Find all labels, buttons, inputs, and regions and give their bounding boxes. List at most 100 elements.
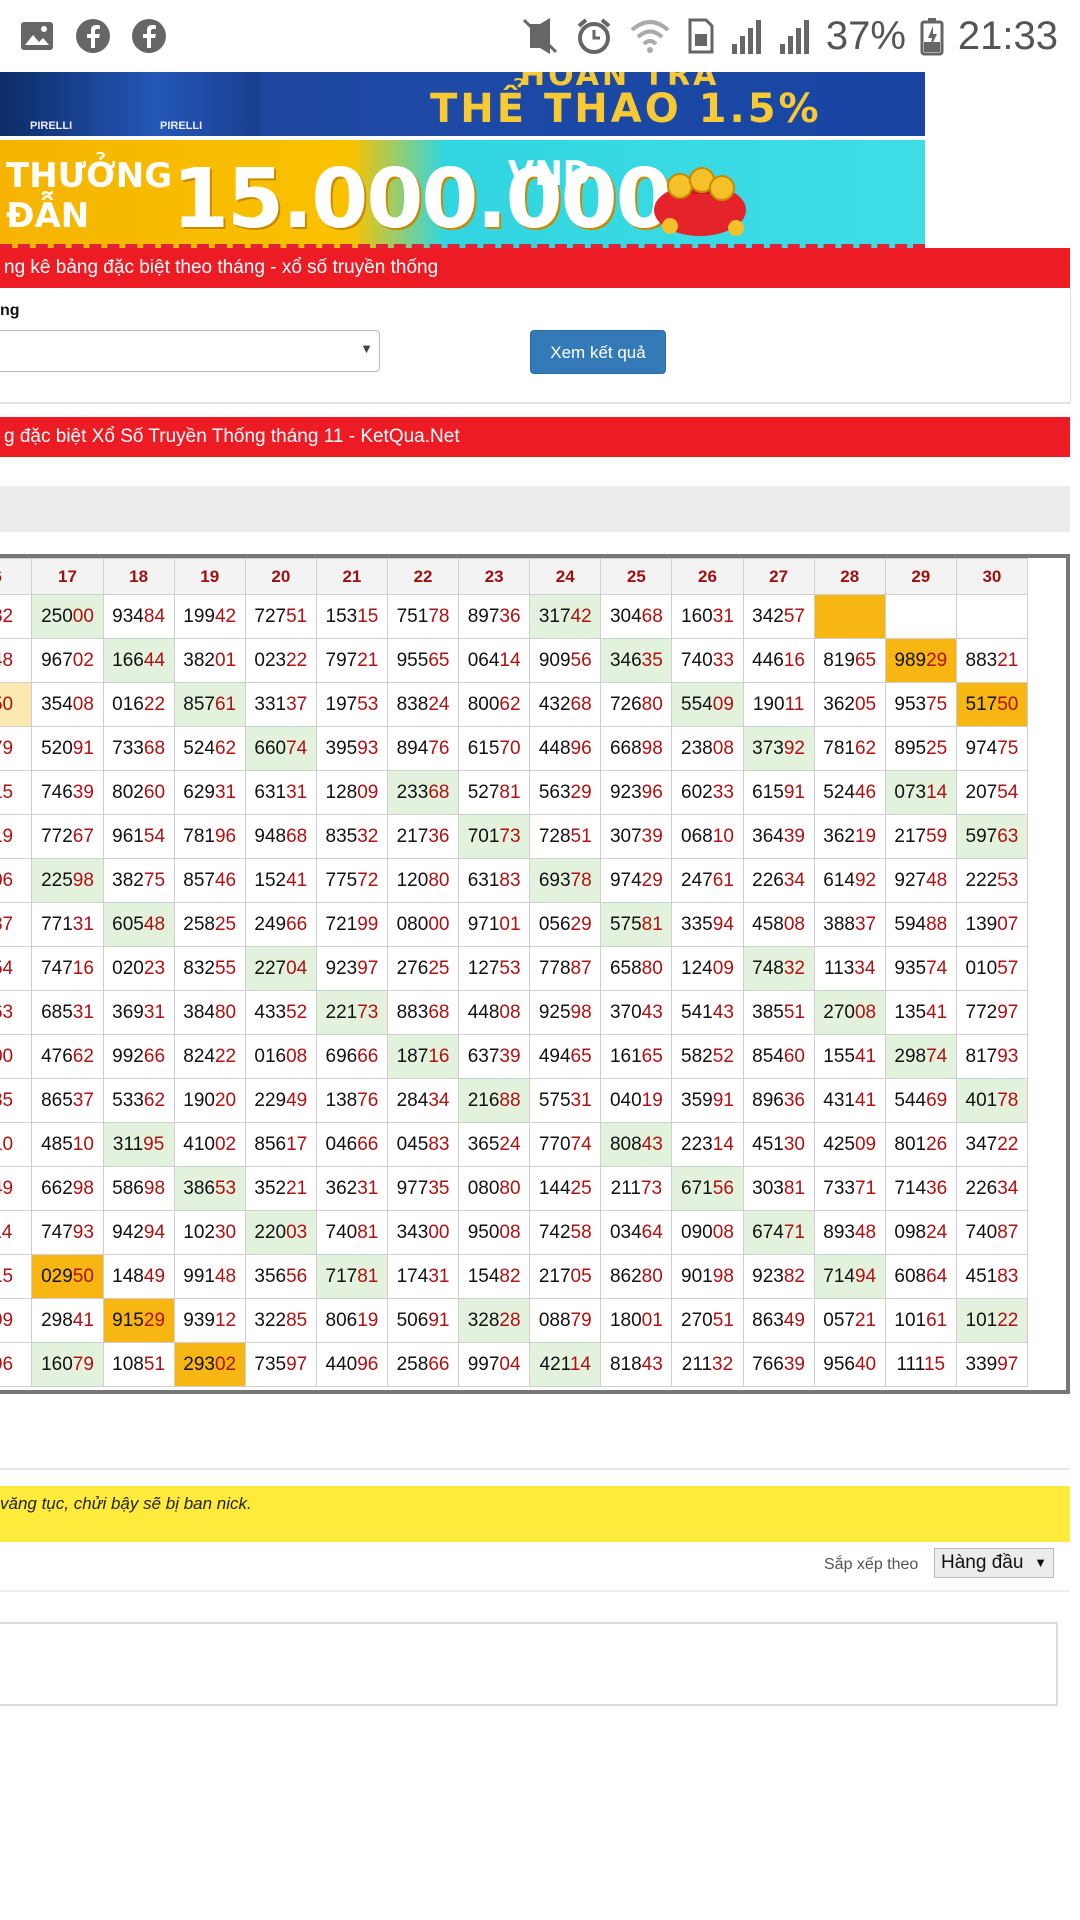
column-header-day: 27 <box>742 558 815 595</box>
results-table-container[interactable]: 61718192021222324252627282930 6822500093… <box>0 554 1070 1394</box>
result-cell: 36439 <box>742 814 815 859</box>
table-header-row: 61718192021222324252627282930 <box>0 558 1029 595</box>
result-cell: 05721 <box>813 1298 886 1343</box>
banner-jackpot-caption: THƯỞNG ĐẪN <box>6 156 173 236</box>
result-cell: 13541 <box>884 990 957 1035</box>
sort-label: Sắp xếp theo <box>824 1556 919 1573</box>
result-cell: 28434 <box>386 1078 460 1123</box>
table-row: 3150295014849991483565671781174311548221… <box>0 1254 1029 1299</box>
result-cell: 60233 <box>671 770 744 815</box>
players-image: PIRELLI PIRELLI <box>0 72 260 136</box>
promo-banner-sports[interactable]: PIRELLI PIRELLI HOÀN TRẢ THỂ THAO 1.5% <box>0 72 925 136</box>
table-row: 2197726796154781969486883532217367017372… <box>0 814 1029 859</box>
result-cell: 537 <box>0 902 33 947</box>
result-cell: 81843 <box>600 1342 673 1387</box>
result-cell: 74639 <box>31 770 104 815</box>
result-cell: 92396 <box>600 770 673 815</box>
result-cell: 45808 <box>742 902 815 947</box>
result-cell: 66298 <box>31 1166 104 1211</box>
result-cell: 67156 <box>671 1166 744 1211</box>
result-cell: 22634 <box>955 1166 1029 1211</box>
result-cell: 01622 <box>102 682 175 727</box>
result-cell: 38480 <box>173 990 246 1035</box>
result-cell: 22949 <box>244 1078 317 1123</box>
result-cell: 22253 <box>955 858 1029 903</box>
result-cell: 18716 <box>386 1034 460 1079</box>
money-bag-icon <box>654 167 746 236</box>
result-cell <box>955 594 1029 639</box>
facebook-icon <box>76 19 110 53</box>
table-row: 9795209173368524626607439593894766157044… <box>0 726 1029 771</box>
result-cell: 93912 <box>173 1298 246 1343</box>
result-cell: 82422 <box>173 1034 246 1079</box>
result-cell: 37043 <box>600 990 673 1035</box>
result-cell: 19020 <box>173 1078 246 1123</box>
result-cell: 01057 <box>955 946 1029 991</box>
result-cell: 114 <box>0 1210 33 1255</box>
result-cell: 66898 <box>600 726 673 771</box>
result-cell: 15315 <box>315 594 388 639</box>
result-cell: 69666 <box>315 1034 388 1079</box>
result-cell: 89348 <box>813 1210 886 1255</box>
result-cell: 74033 <box>671 638 744 683</box>
result-cell: 77297 <box>955 990 1029 1035</box>
result-cell: 38837 <box>813 902 886 947</box>
result-cell: 750 <box>0 682 33 727</box>
result-cell: 34300 <box>386 1210 460 1255</box>
table-row: 3358653753362190202294913876284342168857… <box>0 1078 1029 1123</box>
result-cell: 83824 <box>386 682 460 727</box>
result-cell: 71494 <box>813 1254 886 1299</box>
result-cell: 219 <box>0 814 33 859</box>
result-cell: 25825 <box>173 902 246 947</box>
result-cell: 13907 <box>955 902 1029 947</box>
result-cell: 21736 <box>386 814 460 859</box>
chevron-down-icon: ▼ <box>360 341 373 356</box>
result-cell: 86349 <box>742 1298 815 1343</box>
result-cell: 80062 <box>458 682 531 727</box>
result-cell: 63183 <box>458 858 531 903</box>
table-row: 5104851031195410028561704666045833652477… <box>0 1122 1029 1167</box>
result-cell: 54143 <box>671 990 744 1035</box>
result-cell: 11115 <box>884 1342 957 1387</box>
result-cell: 52091 <box>31 726 104 771</box>
result-cell: 80126 <box>884 1122 957 1167</box>
result-cell: 09008 <box>671 1210 744 1255</box>
result-cell: 06414 <box>458 638 531 683</box>
gallery-icon <box>21 22 53 50</box>
result-cell: 25866 <box>386 1342 460 1387</box>
result-cell: 36524 <box>458 1122 531 1167</box>
result-cell: 12753 <box>458 946 531 991</box>
result-cell: 77887 <box>529 946 602 991</box>
comment-input[interactable] <box>0 1622 1058 1706</box>
result-cell: 77074 <box>529 1122 602 1167</box>
result-cell: 35408 <box>31 682 104 727</box>
result-cell: 63739 <box>458 1034 531 1079</box>
sort-select[interactable]: Hàng đầu ▼ <box>934 1548 1054 1578</box>
result-cell: 549 <box>0 1166 33 1211</box>
result-cell: 81793 <box>955 1034 1029 1079</box>
result-cell: 60548 <box>102 902 175 947</box>
result-cell: 18001 <box>600 1298 673 1343</box>
result-cell: 99148 <box>173 1254 246 1299</box>
result-cell: 92598 <box>529 990 602 1035</box>
month-select[interactable]: ▼ <box>0 330 380 372</box>
view-results-button[interactable]: Xem kết quả <box>530 330 666 374</box>
result-cell: 57531 <box>529 1078 602 1123</box>
result-cell: 78162 <box>813 726 886 771</box>
promo-banner-jackpot[interactable]: THƯỞNG ĐẪN 15.000.000 VND <box>0 140 925 250</box>
column-header-day: 23 <box>458 558 531 595</box>
result-cell: 06810 <box>671 814 744 859</box>
result-cell: 15541 <box>813 1034 886 1079</box>
result-cell: 23368 <box>386 770 460 815</box>
result-cell: 43352 <box>244 990 317 1035</box>
result-cell: 58252 <box>671 1034 744 1079</box>
result-cell: 88368 <box>386 990 460 1035</box>
result-cell: 38653 <box>173 1166 246 1211</box>
result-cell: 96154 <box>102 814 175 859</box>
result-cell: 71436 <box>884 1166 957 1211</box>
result-cell: 08000 <box>386 902 460 947</box>
result-cell: 34635 <box>600 638 673 683</box>
result-cell: 12080 <box>386 858 460 903</box>
result-cell: 81965 <box>813 638 886 683</box>
result-cell: 15241 <box>244 858 317 903</box>
